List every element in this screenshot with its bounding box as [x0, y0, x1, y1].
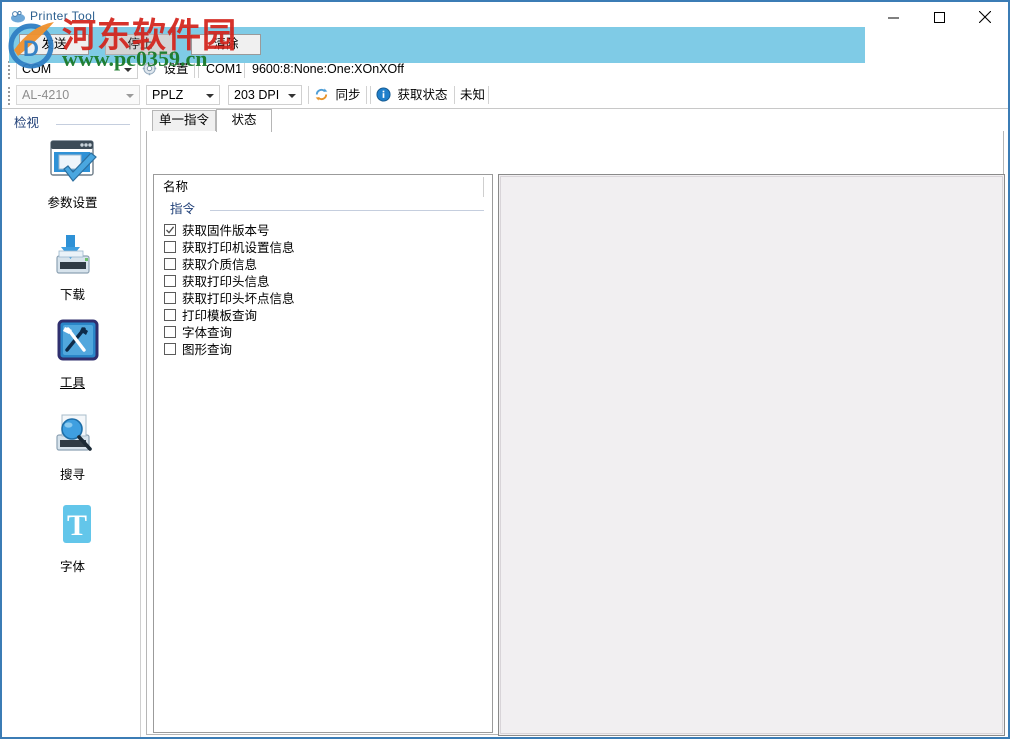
model-combo-value: AL-4210	[22, 88, 69, 102]
sidebar-item-font[interactable]: T 字体	[4, 501, 141, 575]
port-name-label: COM1	[206, 61, 242, 77]
command-list-panel[interactable]: 名称 指令 获取固件版本号 获取打印机设置信息 获取介质信息 获取打印头信息	[153, 174, 493, 733]
list-item-label: 获取打印机设置信息	[182, 240, 295, 256]
get-status-label: 获取状态	[397, 88, 447, 102]
list-item-label: 获取打印头信息	[182, 274, 270, 290]
toolbar-grip[interactable]	[8, 61, 11, 77]
gear-icon	[142, 61, 157, 80]
stop-button-label: 停止	[127, 37, 152, 51]
sidebar-item-label: 参数设置	[4, 196, 141, 211]
list-item-label: 图形查询	[182, 342, 232, 358]
parameter-settings-icon	[4, 137, 141, 192]
stop-button[interactable]: 停止	[105, 34, 175, 55]
language-combo-value: PPLZ	[152, 88, 183, 102]
sidebar-item-download[interactable]: 下载	[4, 229, 141, 303]
checkbox-get-printer-settings[interactable]	[164, 241, 176, 253]
settings-toolbar-button[interactable]: 设置	[142, 61, 189, 80]
app-icon	[10, 9, 26, 25]
model-combo[interactable]: AL-4210	[16, 85, 140, 105]
language-combo[interactable]: PPLZ	[146, 85, 220, 105]
sidebar-header: 检视	[14, 115, 134, 131]
toolbar-separator	[488, 86, 489, 104]
sidebar-item-parameter-settings[interactable]: 参数设置	[4, 137, 141, 211]
list-item-label: 打印模板查询	[182, 308, 257, 324]
checkbox-font-query[interactable]	[164, 326, 176, 338]
download-icon	[4, 229, 141, 284]
command-group-header: 指令	[166, 201, 484, 217]
toolbar-grip[interactable]	[8, 87, 11, 103]
clear-button[interactable]: 清除	[191, 34, 261, 55]
checkbox-print-template-query[interactable]	[164, 309, 176, 321]
checkbox-get-media-info[interactable]	[164, 258, 176, 270]
dpi-combo[interactable]: 203 DPI	[228, 85, 302, 105]
toolbar-separator	[370, 86, 371, 104]
tools-icon	[4, 317, 141, 372]
column-divider	[483, 177, 484, 197]
search-icon	[4, 409, 141, 464]
sidebar-item-label: 搜寻	[4, 468, 141, 483]
svg-text:T: T	[66, 509, 86, 542]
toolbar-separator	[308, 86, 309, 104]
command-group-rule	[210, 210, 484, 211]
output-panel[interactable]	[498, 174, 1005, 736]
close-button[interactable]	[962, 2, 1008, 32]
panel-splitter[interactable]	[493, 174, 497, 733]
get-status-button[interactable]: 获取状态	[376, 87, 448, 106]
font-icon: T	[4, 501, 141, 556]
checkbox-graphic-query[interactable]	[164, 343, 176, 355]
sidebar-header-rule	[56, 124, 130, 125]
chevron-down-icon	[126, 94, 134, 98]
list-item-label: 获取固件版本号	[182, 223, 270, 239]
tab-label: 单一指令	[159, 113, 209, 127]
window-controls	[870, 2, 1008, 32]
tab-single-command[interactable]: 单一指令	[152, 110, 216, 131]
command-group-label: 指令	[170, 201, 199, 217]
output-text[interactable]	[500, 176, 1003, 734]
list-item-label: 获取介质信息	[182, 257, 257, 273]
action-bar: 发送 停止 清除	[9, 27, 865, 63]
tab-label: 状态	[231, 113, 256, 127]
list-item-label: 字体查询	[182, 325, 232, 341]
list-item-label: 获取打印头坏点信息	[182, 291, 295, 307]
settings-toolbar-label: 设置	[163, 62, 188, 76]
application-window: Printer Tool 文件 设置 帮助 COM	[0, 0, 1010, 739]
sync-button[interactable]: 同步	[314, 87, 361, 106]
window-title: Printer Tool	[30, 8, 95, 24]
checkbox-get-printhead-info[interactable]	[164, 275, 176, 287]
port-params-label: 9600:8:None:One:XOnXOff	[252, 61, 404, 77]
sidebar: 检视 参数设置	[4, 109, 141, 737]
sidebar-item-label: 工具	[4, 376, 141, 391]
chevron-down-icon	[124, 68, 132, 72]
sidebar-item-label: 下载	[4, 288, 141, 303]
chevron-down-icon	[288, 94, 296, 98]
maximize-button[interactable]	[916, 2, 962, 32]
sync-label: 同步	[335, 88, 360, 102]
send-button-label: 发送	[41, 37, 66, 51]
info-icon	[376, 87, 391, 106]
toolbar-separator	[454, 86, 455, 104]
port-combo-value: COM	[22, 62, 51, 76]
clear-button-label: 清除	[213, 37, 238, 51]
tab-status[interactable]: 状态	[216, 109, 272, 132]
chevron-down-icon	[206, 94, 214, 98]
sidebar-item-search[interactable]: 搜寻	[4, 409, 141, 483]
send-button[interactable]: 发送	[19, 34, 89, 55]
dpi-combo-value: 203 DPI	[234, 88, 279, 102]
command-list-header: 名称	[154, 175, 492, 199]
sidebar-item-label: 字体	[4, 560, 141, 575]
minimize-button[interactable]	[870, 2, 916, 32]
checkbox-get-printhead-bad-dots[interactable]	[164, 292, 176, 304]
status-value-label: 未知	[460, 87, 485, 103]
sidebar-header-label: 检视	[14, 115, 43, 131]
checkbox-get-firmware-version[interactable]	[164, 224, 176, 236]
printer-toolbar: AL-4210 PPLZ 203 DPI 同步	[2, 82, 1008, 109]
column-header-name: 名称	[163, 179, 188, 195]
toolbar-separator	[366, 86, 367, 104]
sync-icon	[314, 87, 329, 106]
sidebar-item-tools[interactable]: 工具	[4, 317, 141, 391]
